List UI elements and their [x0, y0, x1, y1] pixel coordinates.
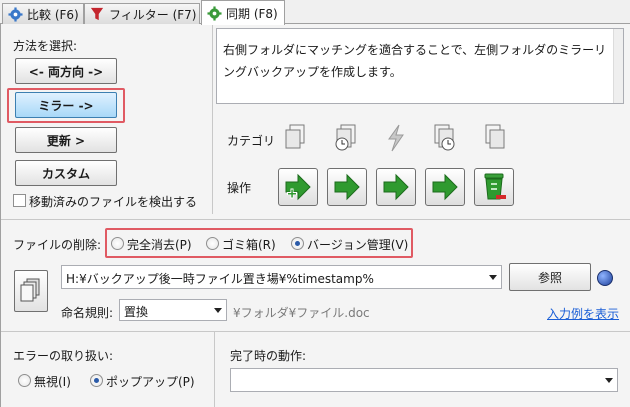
globe-icon[interactable] — [597, 270, 613, 286]
arrow-right-icon — [334, 173, 360, 201]
naming-value: 置換 — [124, 305, 149, 319]
browse-button[interactable]: 参照 — [509, 263, 591, 291]
chevron-down-icon[interactable] — [489, 275, 497, 280]
two-way-button[interactable]: <- 両方向 -> — [15, 58, 117, 84]
version-path-combo[interactable]: H:¥バックアップ後一時ファイル置き場¥%timestamp% — [61, 265, 502, 289]
tab-filter[interactable]: フィルター (F7) — [84, 3, 200, 24]
category-label: カテゴリ — [227, 134, 276, 148]
description-box: 右側フォルダにマッチングを適合することで、左側フォルダのミラーリングバックアップ… — [216, 28, 624, 104]
gear-green-icon — [206, 5, 222, 21]
error-label: エラーの取り扱い: — [13, 349, 114, 363]
chevron-down-icon[interactable] — [605, 378, 613, 383]
create-right-icon — [479, 122, 509, 154]
arrow-right-icon — [383, 173, 409, 201]
show-example-link[interactable]: 入力例を表示 — [547, 305, 619, 322]
update-button[interactable]: 更新 > — [15, 127, 117, 153]
divider-vertical-2 — [214, 331, 215, 407]
description-text: 右側フォルダにマッチングを適合することで、左側フォルダのミラーリングバックアップ… — [223, 43, 607, 79]
tab-sync[interactable]: 同期 (F8) — [201, 0, 285, 25]
gear-icon — [7, 6, 23, 22]
divider-horizontal-2 — [1, 331, 630, 332]
version-path-value: H:¥バックアップ後一時ファイル置き場¥%timestamp% — [66, 272, 374, 286]
naming-label: 命名規則: — [61, 306, 114, 320]
tab-compare[interactable]: 比較 (F6) — [2, 3, 84, 24]
create-left-icon — [281, 122, 311, 154]
naming-example: ¥フォルダ¥ファイル.doc — [233, 306, 370, 320]
documents-icon — [20, 278, 40, 302]
divider-horizontal-1 — [1, 219, 630, 220]
custom-button[interactable]: カスタム — [15, 160, 117, 186]
funnel-icon — [89, 6, 105, 22]
permanent-delete-label: 完全消去(P) — [127, 238, 192, 252]
sync-panel: 方法を選択: <- 両方向 -> ミラー -> 更新 > カスタム 移動済みのフ… — [0, 24, 630, 407]
deletion-label: ファイルの削除: — [13, 238, 102, 252]
folder-history-button[interactable] — [14, 270, 48, 312]
overwrite-newer-button[interactable] — [327, 168, 367, 206]
tab-filter-label: フィルター (F7) — [109, 7, 197, 22]
tab-bar: 比較 (F6) フィルター (F7) 同期 (F8) — [0, 0, 630, 25]
recycle-bin-icon — [484, 173, 506, 200]
arrow-plus-icon — [285, 173, 311, 201]
popup-label: ポップアップ(P) — [106, 375, 195, 389]
tab-compare-label: 比較 (F6) — [27, 7, 79, 22]
on-completion-label: 完了時の動作: — [230, 349, 307, 363]
copy-new-button[interactable] — [278, 168, 318, 206]
tab-sync-label: 同期 (F8) — [226, 6, 278, 21]
conflict-action-button[interactable] — [376, 168, 416, 206]
on-completion-combo[interactable] — [230, 368, 618, 392]
description-scrollbar[interactable] — [613, 29, 623, 103]
detect-moved-checkbox[interactable] — [13, 194, 26, 207]
naming-combo[interactable]: 置換 — [119, 299, 227, 321]
overwrite-older-button[interactable] — [425, 168, 465, 206]
delete-right-button[interactable] — [474, 168, 514, 206]
ignore-radio[interactable] — [18, 374, 31, 387]
divider-vertical — [212, 24, 213, 214]
conflict-icon — [381, 122, 411, 154]
clock-doc-icon — [331, 122, 361, 154]
detect-moved-label: 移動済みのファイルを検出する — [29, 195, 198, 209]
versioning-radio[interactable] — [291, 237, 304, 250]
permanent-delete-radio[interactable] — [111, 237, 124, 250]
recycle-bin-label: ゴミ箱(R) — [222, 238, 276, 252]
ignore-label: 無視(I) — [34, 375, 71, 389]
operation-label: 操作 — [227, 181, 252, 195]
method-heading: 方法を選択: — [13, 39, 78, 53]
clock-doc-right-icon — [429, 122, 459, 154]
chevron-down-icon[interactable] — [214, 308, 222, 313]
recycle-bin-radio[interactable] — [206, 237, 219, 250]
mirror-button[interactable]: ミラー -> — [15, 92, 117, 118]
versioning-label: バージョン管理(V) — [307, 238, 409, 252]
arrow-right-icon — [432, 173, 458, 201]
popup-radio[interactable] — [90, 374, 103, 387]
